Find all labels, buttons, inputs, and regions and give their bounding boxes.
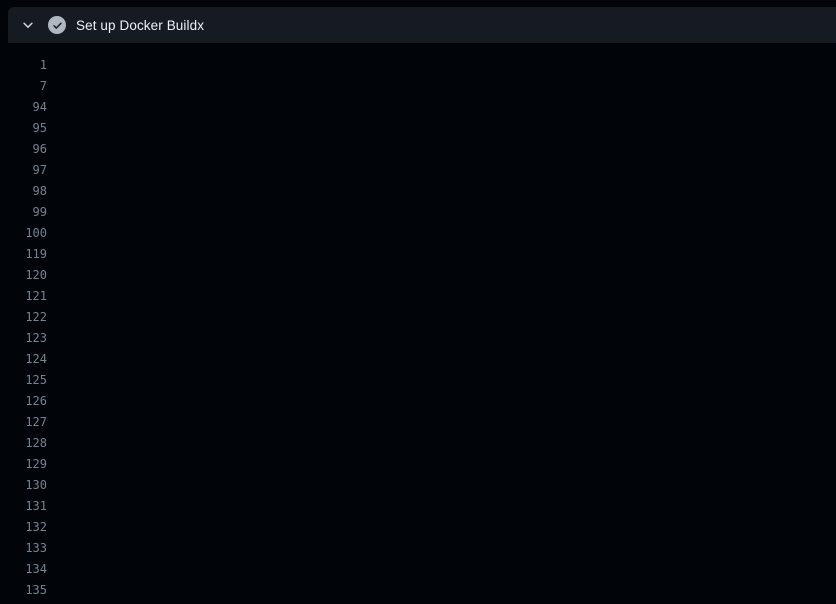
line-number[interactable]: 127 (0, 412, 47, 433)
log-line: 98 /usr/bin/docker buildx create --name … (0, 181, 836, 202)
line-number[interactable]: 133 (0, 538, 47, 559)
log-line: 95 /usr/bin/docker buildx version (0, 118, 836, 139)
line-number[interactable]: 100 (0, 223, 47, 244)
log-line[interactable]: 7 ▶ Docker info (0, 76, 836, 97)
log-line: 128 "platforms": "linux/amd64,linux/amd6… (0, 433, 836, 454)
log-line: 122 { (0, 307, 836, 328)
line-number[interactable]: 120 (0, 265, 47, 286)
log-line: 121 "nodes": [ (0, 286, 836, 307)
log-line[interactable]: 1 ▶ Run ./ (0, 55, 836, 76)
line-number[interactable]: 1 (0, 55, 47, 76)
log-line: 126 "buildkitd-flags": "--allow-insecure… (0, 391, 836, 412)
line-number[interactable]: 121 (0, 286, 47, 307)
line-number[interactable]: 128 (0, 433, 47, 454)
log-line: 127 "buildkit": "v0.11.3", (0, 412, 836, 433)
log-line[interactable]: 135 ▼ BuildKit version (0, 580, 836, 601)
log-line[interactable]: 94 ▼ Buildx version (0, 97, 836, 118)
log-line: 130 ], (0, 475, 836, 496)
line-number[interactable]: 97 (0, 160, 47, 181)
line-number[interactable]: 125 (0, 370, 47, 391)
line-number[interactable]: 7 (0, 76, 47, 97)
chevron-down-icon[interactable] (20, 17, 36, 33)
log-line: 99 builder-d9cfb5a1-c764-445a-a57e-0b19d… (0, 202, 836, 223)
log-line: 132 "driver": "docker-container", (0, 517, 836, 538)
step-success-check-icon (48, 16, 66, 34)
line-number[interactable]: 132 (0, 517, 47, 538)
line-number[interactable]: 123 (0, 328, 47, 349)
line-number[interactable]: 99 (0, 202, 47, 223)
line-number[interactable]: 134 (0, 559, 47, 580)
line-number[interactable]: 98 (0, 181, 47, 202)
line-number[interactable]: 122 (0, 307, 47, 328)
line-number[interactable]: 96 (0, 139, 47, 160)
log-line[interactable]: 100 ▶ Booting builder (0, 223, 836, 244)
log-line: 96 github.com/docker/buildx 0.10.3+azure… (0, 139, 836, 160)
log-line: 120 { (0, 265, 836, 286)
step-title: Set up Docker Buildx (76, 18, 204, 33)
step-header[interactable]: Set up Docker Buildx (8, 7, 836, 43)
line-number[interactable]: 124 (0, 349, 47, 370)
line-number[interactable]: 131 (0, 496, 47, 517)
log-line: 133 "lastActivity": "2023-02-25T11:58:12… (0, 538, 836, 559)
log-container: 1 ▶ Run ./ 7 ▶ Docker info 94 ▼ Buildx v… (0, 43, 836, 604)
line-number[interactable]: 126 (0, 391, 47, 412)
line-number[interactable]: 119 (0, 244, 47, 265)
line-number[interactable]: 130 (0, 475, 47, 496)
line-number[interactable]: 95 (0, 118, 47, 139)
log-line: 125 "status": "running", (0, 370, 836, 391)
log-line[interactable]: 97 ▼ Creating a new builder instance (0, 160, 836, 181)
log-line: 124 "endpoint": "unix:///var/run/docker.… (0, 349, 836, 370)
line-number[interactable]: 129 (0, 454, 47, 475)
log-line: 134 } (0, 559, 836, 580)
line-number[interactable]: 135 (0, 580, 47, 601)
log-line: 131 "name": "builder-d9cfb5a1-c764-445a-… (0, 496, 836, 517)
line-number[interactable]: 94 (0, 97, 47, 118)
log-line: 129 } (0, 454, 836, 475)
log-line: 123 "name": "builder-d9cfb5a1-c764-445a-… (0, 328, 836, 349)
log-line[interactable]: 119 ▼ Inspect builder (0, 244, 836, 265)
